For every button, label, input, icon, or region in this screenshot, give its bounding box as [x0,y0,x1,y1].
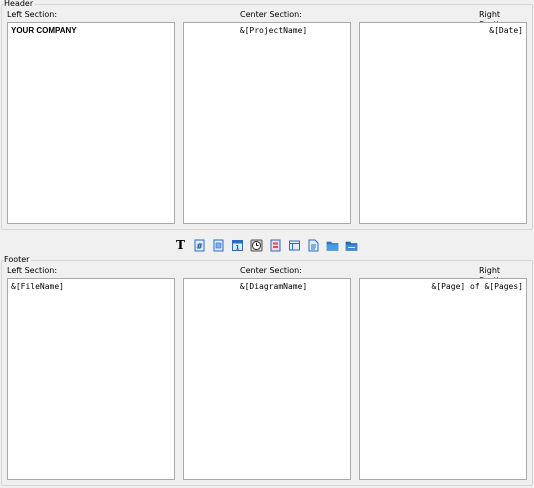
folder-button[interactable] [326,239,339,252]
footer-right-textbox[interactable]: &[Page] of &[Pages] [359,278,527,480]
insert-time-button[interactable] [250,239,263,252]
project-name-button[interactable] [307,239,320,252]
footer-group-title: Footer [4,255,32,265]
svg-text:#: # [196,242,203,251]
folder-path-icon [345,241,358,251]
header-left-textbox[interactable]: YOUR COMPANY [7,22,175,224]
text-format-button[interactable]: T [174,239,187,252]
svg-text:1: 1 [235,244,239,251]
header-right-textbox[interactable]: &[Date] [359,22,527,224]
folder-path-button[interactable] [345,239,358,252]
footer-center-textbox[interactable]: &[DiagramName] [183,278,351,480]
page-number-button[interactable]: # [193,239,206,252]
project-name-icon [308,239,319,251]
text-format-icon: T [176,238,185,252]
footer-center-label: Center Section: [240,266,302,275]
field-toolbar: T # 1 [174,238,358,252]
header-left-label: Left Section: [7,10,58,19]
page-count-icon [213,239,224,251]
folder-icon [326,241,339,251]
header-center-textbox[interactable]: &[ProjectName] [183,22,351,224]
diagram-name-icon [289,240,300,250]
page-number-icon: # [194,239,205,251]
insert-date-button[interactable]: 1 [231,239,244,252]
footer-left-textbox[interactable]: &[FileName] [7,278,175,480]
insert-time-icon [250,239,263,251]
footer-left-label: Left Section: [7,266,58,275]
insert-date-icon: 1 [232,239,243,251]
file-name-button[interactable] [269,239,282,252]
page-count-button[interactable] [212,239,225,252]
file-name-icon [270,239,281,251]
header-group-title: Header [4,0,36,9]
diagram-name-button[interactable] [288,239,301,252]
header-center-label: Center Section: [240,10,302,19]
